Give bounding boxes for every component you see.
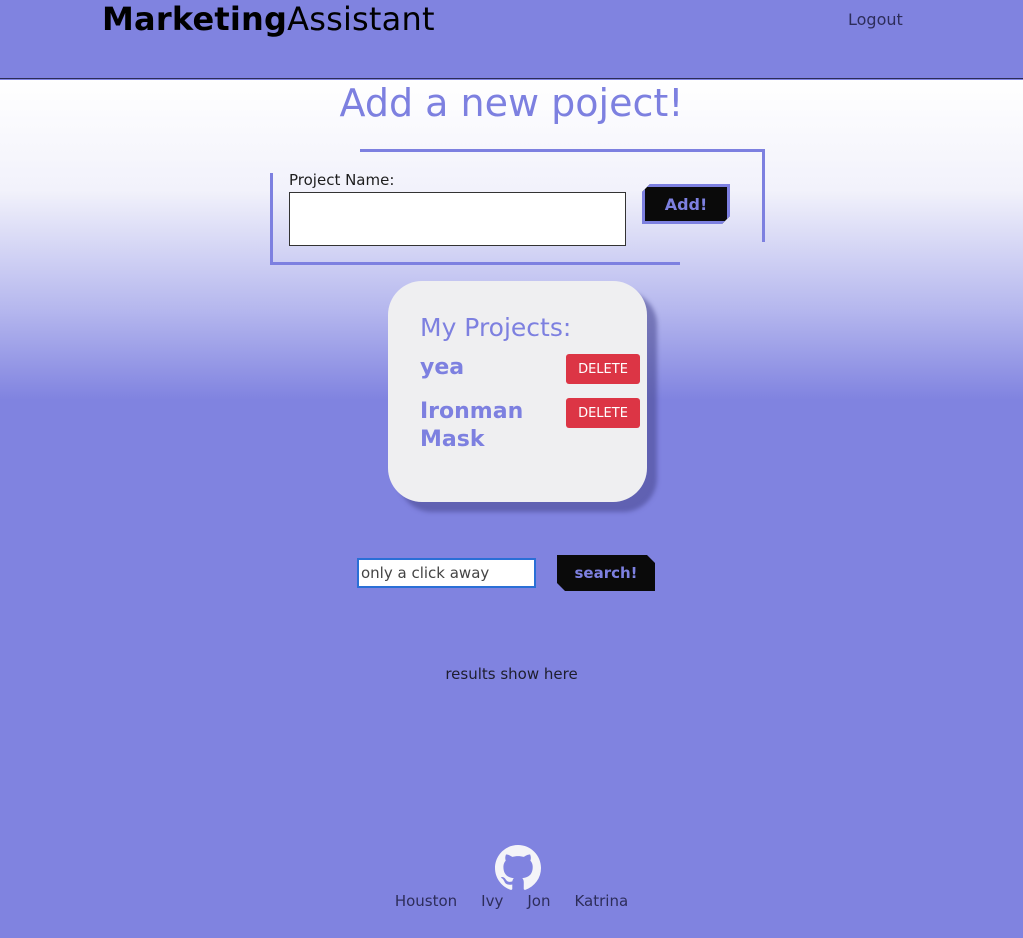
- search-button[interactable]: search!: [557, 555, 655, 591]
- logout-link[interactable]: Logout: [848, 10, 903, 29]
- brand-bold: Marketing: [102, 0, 288, 38]
- brand-logo[interactable]: MarketingAssistant: [102, 0, 435, 38]
- form-frame-bottom: [270, 262, 680, 265]
- project-name[interactable]: yea: [420, 354, 550, 382]
- search-input[interactable]: [357, 558, 536, 588]
- github-icon[interactable]: [495, 845, 541, 891]
- brand-light: Assistant: [287, 0, 435, 38]
- project-name[interactable]: Ironman Mask: [420, 398, 550, 454]
- search-results: results show here: [445, 665, 578, 683]
- projects-heading: My Projects:: [420, 313, 572, 342]
- delete-project-button[interactable]: DELETE: [566, 354, 640, 384]
- footer-link-ivy[interactable]: Ivy: [479, 892, 505, 910]
- add-project-button[interactable]: Add!: [642, 184, 730, 224]
- projects-card: My Projects: yea DELETE Ironman Mask DEL…: [388, 281, 647, 502]
- add-project-form: Project Name: Add!: [270, 149, 765, 265]
- footer-links: Houston Ivy Jon Katrina: [0, 892, 1023, 910]
- footer-link-jon[interactable]: Jon: [525, 892, 552, 910]
- page-title: Add a new poject!: [339, 81, 684, 125]
- project-name-label: Project Name:: [289, 171, 395, 189]
- form-frame-top: [360, 149, 765, 152]
- header: MarketingAssistant Logout: [0, 0, 1023, 79]
- footer-link-houston[interactable]: Houston: [393, 892, 459, 910]
- project-name-input[interactable]: [289, 192, 626, 246]
- form-frame-right: [762, 149, 765, 242]
- delete-project-button[interactable]: DELETE: [566, 398, 640, 428]
- footer-link-katrina[interactable]: Katrina: [572, 892, 630, 910]
- form-frame-left: [270, 173, 273, 265]
